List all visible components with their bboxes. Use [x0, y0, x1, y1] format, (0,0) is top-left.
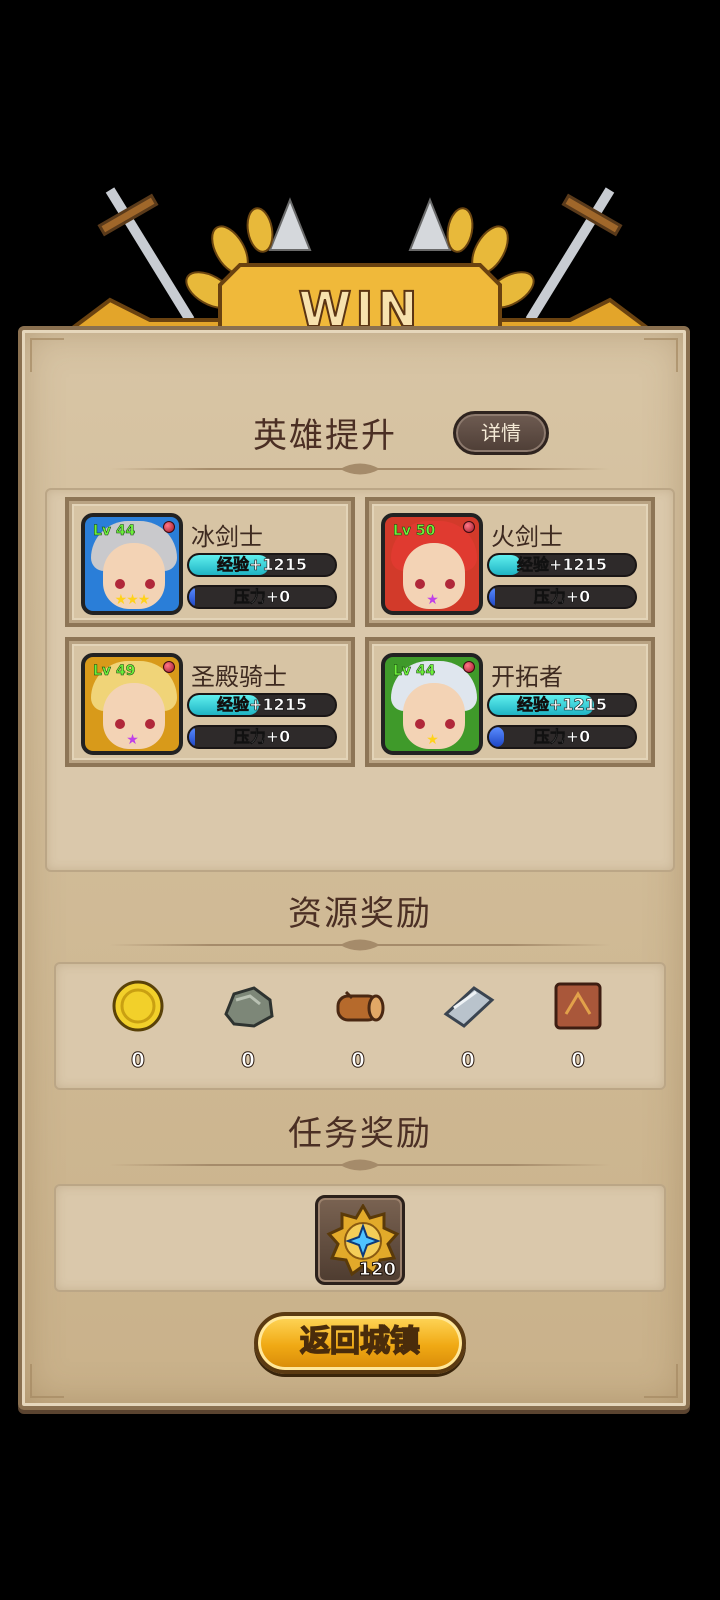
resource-item: 0	[318, 978, 398, 1078]
hero-name: 火剑士	[491, 523, 563, 551]
exp-text: 经验+1215	[217, 695, 308, 714]
hero-level: Lv 49	[93, 663, 136, 680]
task-reward-item[interactable]: 120	[315, 1195, 405, 1285]
exp-text: 经验+1215	[217, 555, 308, 574]
resource-amount: 0	[351, 1048, 366, 1073]
hero-card[interactable]: Lv 44 ★★★ 冰剑士 经验+1215 压力+0	[65, 497, 355, 627]
pressure-text: 压力+0	[533, 727, 591, 746]
hero-pin-icon	[463, 661, 475, 673]
exp-bar: 经验+1215	[487, 693, 637, 717]
return-to-town-button[interactable]: 返回城镇	[254, 1312, 466, 1374]
exp-bar: 经验+1215	[187, 693, 337, 717]
resource-section-title: 资源奖励	[288, 894, 432, 934]
hero-pin-icon	[163, 521, 175, 533]
resource-item: 0	[208, 978, 288, 1078]
hero-eyes	[113, 579, 157, 589]
exp-text: 经验+1215	[517, 695, 608, 714]
gold-coin-icon	[112, 980, 164, 1032]
hero-eyes	[413, 719, 457, 729]
pressure-text: 压力+0	[533, 587, 591, 606]
section-divider	[110, 938, 610, 952]
resource-item: 0	[428, 978, 508, 1078]
hero-portrait: Lv 50 ★	[381, 513, 483, 615]
hero-section-title: 英雄提升	[253, 416, 397, 456]
pressure-bar: 压力+0	[487, 725, 637, 749]
section-divider	[110, 462, 610, 476]
wood-log-icon	[336, 990, 385, 1022]
task-reward-amount: 120	[358, 1259, 397, 1281]
hero-eyes	[113, 719, 157, 729]
hero-portrait: Lv 49 ★	[81, 653, 183, 755]
panel-corner-ornament	[644, 338, 678, 372]
hero-pin-icon	[163, 661, 175, 673]
hero-name: 圣殿骑士	[191, 663, 287, 691]
section-divider	[110, 1158, 610, 1172]
pressure-text: 压力+0	[233, 727, 291, 746]
hero-card[interactable]: Lv 49 ★ 圣殿骑士 经验+1215 压力+0	[65, 637, 355, 767]
resource-amount: 0	[241, 1048, 256, 1073]
resource-rewards: 0 0 0 0 0	[54, 962, 666, 1090]
hero-pin-icon	[463, 521, 475, 533]
hero-level: Lv 50	[393, 523, 436, 540]
exp-bar: 经验+1215	[487, 553, 637, 577]
pressure-text: 压力+0	[233, 587, 291, 606]
hero-card[interactable]: Lv 44 ★ 开拓者 经验+1215 压力+0	[365, 637, 655, 767]
iron-ingot-icon	[443, 986, 495, 1028]
hero-stars-icon: ★	[426, 592, 439, 608]
detail-button[interactable]: 详情	[453, 411, 549, 455]
pressure-bar: 压力+0	[487, 585, 637, 609]
panel-corner-ornament	[30, 338, 64, 372]
hero-portrait: Lv 44 ★★★	[81, 513, 183, 615]
exp-bar: 经验+1215	[187, 553, 337, 577]
panel-corner-ornament	[644, 1364, 678, 1398]
hero-stars-icon: ★	[426, 732, 439, 748]
leather-hide-icon	[554, 982, 602, 1030]
exp-text: 经验+1215	[517, 555, 608, 574]
hero-portrait: Lv 44 ★	[381, 653, 483, 755]
pressure-bar: 压力+0	[187, 725, 337, 749]
resource-item: 0	[538, 978, 618, 1078]
task-section-title: 任务奖励	[288, 1114, 432, 1154]
stone-ore-icon	[224, 986, 274, 1028]
resource-amount: 0	[461, 1048, 476, 1073]
resource-amount: 0	[131, 1048, 146, 1073]
resource-item: 0	[98, 978, 178, 1078]
hero-card[interactable]: Lv 50 ★ 火剑士 经验+1215 压力+0	[365, 497, 655, 627]
hero-level: Lv 44	[393, 663, 436, 680]
hero-stars-icon: ★★★	[114, 592, 151, 608]
hero-name: 开拓者	[491, 663, 563, 691]
resource-amount: 0	[571, 1048, 586, 1073]
pressure-bar: 压力+0	[187, 585, 337, 609]
hero-level: Lv 44	[93, 523, 136, 540]
hero-eyes	[413, 579, 457, 589]
hero-name: 冰剑士	[191, 523, 263, 551]
panel-corner-ornament	[30, 1364, 64, 1398]
hero-stars-icon: ★	[126, 732, 139, 748]
